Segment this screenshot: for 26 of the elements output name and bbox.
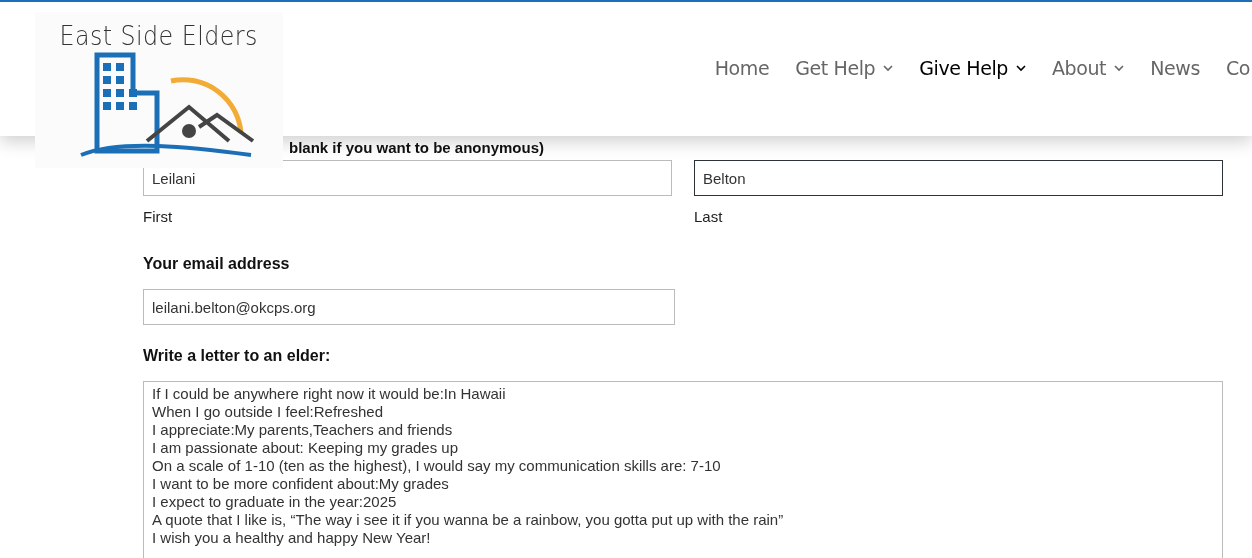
letter-line: If I could be anywhere right now it would be:In Hawaii (152, 385, 507, 403)
letter-line: I am passionate about: Keeping my grades up (152, 439, 460, 457)
letter-line: When I go outside I feel:Refreshed (152, 403, 384, 421)
nav-link[interactable]: News (1150, 57, 1200, 79)
first-name-field[interactable]: Leilani (143, 160, 672, 196)
last-name-field[interactable]: Belton (694, 160, 1223, 196)
nav-link[interactable]: Co (1225, 57, 1250, 79)
letter-line: I appreciate:My parents,Teachers and friends (152, 421, 454, 439)
nav-link[interactable]: About (1051, 57, 1125, 79)
nav-link[interactable]: Home (714, 57, 770, 79)
field-sublabel: Last (694, 208, 724, 225)
email-field[interactable]: leilani.belton@okcps.org (143, 289, 675, 325)
field-label: blank if you want to be anonymous) (289, 139, 544, 156)
field-sublabel: First (143, 208, 174, 225)
letter-line: I wish you a healthy and happy New Year! (152, 529, 432, 547)
letter-line: A quote that I like is, “The way i see it if you wanna be a rainbow, you gotta put up with the rain” (152, 511, 785, 529)
logo-title: East Side Elders (59, 20, 259, 51)
field-label: Write a letter to an elder: (143, 347, 332, 365)
logo[interactable]: East Side Elders (35, 12, 283, 168)
field-label: Your email address (143, 255, 291, 273)
letter-line: On a scale of 1-10 (ten as the highest), I would say my communication skills are: 7-10 (152, 457, 722, 475)
nav-link[interactable]: Get Help (795, 57, 894, 79)
nav-link[interactable]: Give Help (919, 57, 1026, 79)
letter-textarea[interactable] (143, 381, 1223, 558)
letter-line: I expect to graduate in the year:2025 (152, 493, 398, 511)
letter-line: I want to be more confident about:My grades (152, 475, 450, 493)
